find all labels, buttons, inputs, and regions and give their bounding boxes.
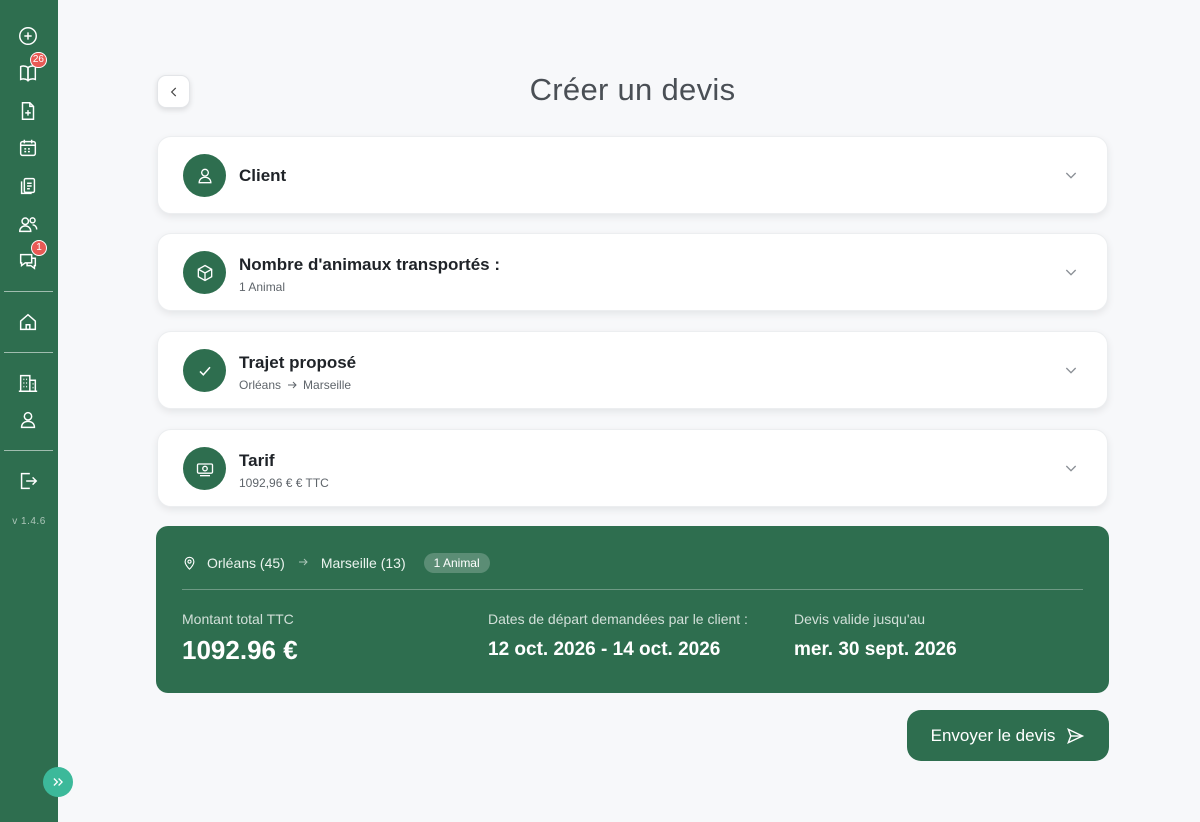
calendar-icon[interactable]: [16, 136, 40, 160]
dates-value: 12 oct. 2026 - 14 oct. 2026: [488, 639, 721, 660]
price-section[interactable]: Tarif 1092,96 € € TTC: [157, 429, 1108, 507]
book-icon[interactable]: 26: [16, 52, 47, 85]
sidebar: 26 1 v 1.4.6: [0, 0, 58, 822]
add-circle-icon[interactable]: [16, 24, 40, 48]
home-icon[interactable]: [16, 310, 40, 334]
client-section[interactable]: Client: [157, 136, 1108, 214]
summary-route: Orléans (45) Marseille (13) 1 Animal: [182, 553, 490, 573]
chevron-down-icon: [1065, 269, 1077, 276]
route-section[interactable]: Trajet proposé Orléans Marseille: [157, 331, 1108, 409]
section-title: Tarif: [239, 451, 275, 470]
chevron-down-icon: [1065, 172, 1077, 179]
route-to: Marseille: [303, 378, 352, 392]
section-subtitle: Orléans Marseille: [239, 378, 351, 392]
total-block: Montant total TTC 1092.96 €: [182, 611, 298, 666]
notification-badge: 1: [31, 240, 47, 256]
valid-block: Devis valide jusqu'au mer. 30 sept. 2026: [794, 611, 957, 661]
sidebar-divider: [4, 291, 53, 292]
section-title: Trajet proposé: [239, 353, 357, 372]
app-version: v 1.4.6: [12, 516, 46, 527]
double-chevron-right-icon[interactable]: [43, 767, 73, 797]
dates-block: Dates de départ demandées par le client …: [488, 611, 748, 661]
send-icon: [1067, 727, 1085, 744]
route-to: Marseille (13): [320, 555, 406, 571]
check-icon: [183, 349, 226, 392]
section-subtitle: 1 Animal: [239, 280, 286, 294]
animals-badge: 1 Animal: [423, 553, 490, 573]
total-label: Montant total TTC: [182, 611, 294, 627]
valid-value: mer. 30 sept. 2026: [794, 639, 957, 660]
chevron-down-icon: [1065, 367, 1077, 374]
page-title: Créer un devis: [529, 72, 736, 107]
logout-icon[interactable]: [16, 469, 40, 493]
documents-icon[interactable]: [16, 174, 40, 198]
section-subtitle: 1092,96 € € TTC: [239, 476, 329, 490]
send-quote-label: Envoyer le devis: [930, 725, 1056, 745]
arrow-right-icon: [288, 381, 297, 389]
chevron-down-icon: [1065, 465, 1077, 472]
box-icon: [183, 251, 226, 294]
new-document-icon[interactable]: [16, 99, 40, 123]
valid-label: Devis valide jusqu'au: [794, 611, 926, 627]
arrow-right-icon: [297, 555, 309, 571]
notification-badge: 26: [29, 52, 47, 68]
sidebar-divider: [4, 352, 53, 353]
users-icon[interactable]: [16, 212, 40, 236]
send-quote-button[interactable]: Envoyer le devis: [907, 710, 1109, 761]
route-from: Orléans: [239, 378, 282, 392]
user-icon[interactable]: [16, 408, 40, 432]
total-value: 1092.96 €: [182, 635, 298, 665]
chat-icon[interactable]: 1: [16, 240, 47, 273]
location-pin-icon: [184, 556, 195, 570]
dates-label: Dates de départ demandées par le client …: [488, 611, 748, 627]
route-from: Orléans (45): [207, 555, 285, 571]
section-title: Nombre d'animaux transportés :: [239, 255, 500, 274]
sidebar-divider: [4, 450, 53, 451]
quote-summary: Orléans (45) Marseille (13) 1 Animal Mon…: [156, 526, 1109, 693]
section-title: Client: [239, 166, 287, 185]
summary-divider: [182, 589, 1083, 590]
user-icon: [183, 154, 226, 197]
animals-section[interactable]: Nombre d'animaux transportés : 1 Animal: [157, 233, 1108, 311]
money-icon: [183, 447, 226, 490]
building-icon[interactable]: [16, 371, 40, 395]
